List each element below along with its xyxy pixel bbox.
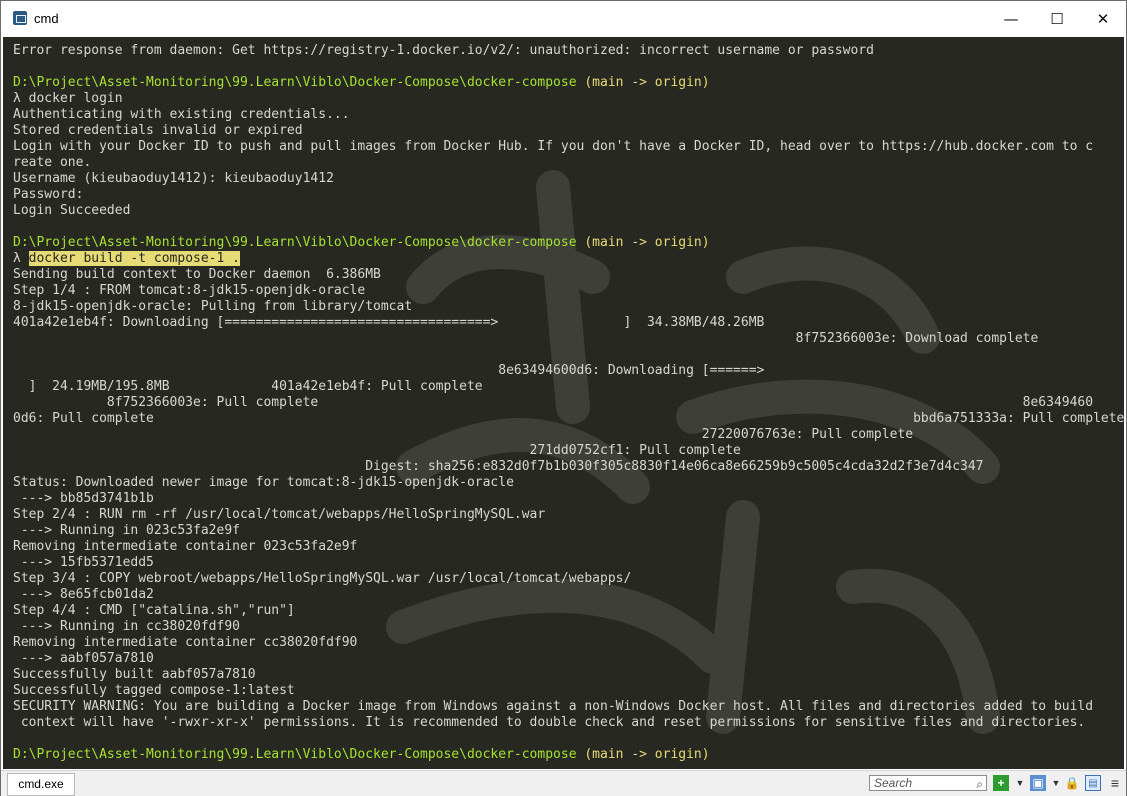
terminal-line: Username (kieubaoduy1412): kieubaoduy141… (13, 171, 334, 186)
terminal-line: Step 1/4 : FROM tomcat:8-jdk15-openjdk-o… (13, 283, 366, 298)
terminal-line: ---> aabf057a7810 (13, 651, 154, 666)
chevron-down-icon[interactable]: ▼ (1012, 775, 1028, 791)
terminal-line: 8e63494600d6: Downloading [======> (13, 363, 765, 378)
terminal-line: ---> Running in 023c53fa2e9f (13, 523, 240, 538)
terminal-line: ---> bb85d3741b1b (13, 491, 154, 506)
prompt-branch: (main -> origin) (576, 235, 710, 250)
terminal-line: Successfully built aabf057a7810 (13, 667, 256, 682)
terminal-line: Step 2/4 : RUN rm -rf /usr/local/tomcat/… (13, 507, 546, 522)
minimize-button[interactable]: — (988, 1, 1034, 36)
terminal-line: Password: (13, 187, 84, 202)
search-field[interactable]: Search ⌕ (869, 775, 987, 791)
menu-icon[interactable]: ≡ (1107, 775, 1123, 791)
terminal-line: Removing intermediate container cc38020f… (13, 635, 358, 650)
lock-icon[interactable]: 🔒 (1064, 775, 1080, 791)
terminal-line: λ docker build -t compose-1 . (13, 251, 240, 266)
terminal-line: Stored credentials invalid or expired (13, 123, 303, 138)
terminal-line: reate one. (13, 155, 92, 170)
terminal-line: ---> Running in cc38020fdf90 (13, 619, 240, 634)
maximize-button[interactable]: ☐ (1034, 1, 1080, 36)
terminal-line: D:\Project\Asset-Monitoring\99.Learn\Vib… (13, 75, 1124, 91)
prompt-branch: (main -> origin) (576, 747, 710, 762)
terminal-line: Sending build context to Docker daemon 6… (13, 267, 381, 282)
split-view-icon[interactable]: ▤ (1085, 775, 1101, 791)
cmder-window: cmd — ☐ ✕ Error response from daemon: Ge… (0, 0, 1127, 796)
terminal-line: Status: Downloaded newer image for tomca… (13, 475, 514, 490)
terminal-line: D:\Project\Asset-Monitoring\99.Learn\Vib… (13, 235, 1124, 251)
terminal-line: SECURITY WARNING: You are building a Doc… (13, 699, 1094, 714)
close-button[interactable]: ✕ (1080, 1, 1126, 36)
terminal-line: 8f752366003e: Download complete (13, 331, 1039, 346)
chevron-down-icon[interactable]: ▼ (1048, 775, 1064, 791)
terminal-line: ---> 8e65fcb01da2 (13, 587, 154, 602)
terminal-line: 0d6: Pull complete bbd6a751333a: Pull co… (13, 411, 1124, 426)
terminal-line: Removing intermediate container 023c53fa… (13, 539, 358, 554)
terminal-line: 401a42e1eb4f: Downloading [=============… (13, 315, 765, 330)
search-icon[interactable]: ⌕ (976, 777, 983, 791)
prompt-path: D:\Project\Asset-Monitoring\99.Learn\Vib… (13, 75, 577, 90)
prompt-path: D:\Project\Asset-Monitoring\99.Learn\Vib… (13, 235, 577, 250)
tab-cmd-exe[interactable]: cmd.exe (7, 773, 75, 796)
terminal-text: Error response from daemon: Get https://… (13, 43, 1124, 763)
terminal-line: ---> 15fb5371edd5 (13, 555, 154, 570)
view-icon[interactable]: ▣ (1030, 775, 1046, 791)
terminal-line: Authenticating with existing credentials… (13, 107, 350, 122)
terminal-line: 27220076763e: Pull complete (13, 427, 914, 442)
terminal-line: Step 3/4 : COPY webroot/webapps/HelloSpr… (13, 571, 632, 586)
terminal-line: Login with your Docker ID to push and pu… (13, 139, 1094, 154)
terminal-line: Step 4/4 : CMD ["catalina.sh","run"] (13, 603, 295, 618)
search-placeholder: Search (874, 776, 913, 790)
status-bar: cmd.exe Search ⌕ + ▼ ▣ ▼ 🔒 ▤ ≡ (1, 770, 1126, 796)
terminal-line: 8-jdk15-openjdk-oracle: Pulling from lib… (13, 299, 413, 314)
prompt-path: D:\Project\Asset-Monitoring\99.Learn\Vib… (13, 747, 577, 762)
terminal-line: 271dd0752cf1: Pull complete (13, 443, 741, 458)
terminal-line: context will have '-rwxr-xr-x' permissio… (13, 715, 1086, 730)
terminal-line: λ docker login (13, 91, 123, 106)
prompt-branch: (main -> origin) (576, 75, 710, 90)
add-icon[interactable]: + (993, 775, 1009, 791)
title-bar: cmd — ☐ ✕ (1, 1, 1126, 36)
terminal-line: Successfully tagged compose-1:latest (13, 683, 295, 698)
terminal-app-icon (13, 11, 27, 25)
terminal-line: Login Succeeded (13, 203, 131, 218)
terminal-line: ] 24.19MB/195.8MB 401a42e1eb4f: Pull com… (13, 379, 483, 394)
terminal-line: Error response from daemon: Get https://… (13, 43, 874, 58)
terminal-line: Digest: sha256:e832d0f7b1b030f305c8830f1… (13, 459, 984, 474)
terminal-line: 8f752366003e: Pull complete 8e6349460 (13, 395, 1094, 410)
window-title: cmd (34, 11, 59, 26)
highlighted-command: docker build -t compose-1 . (28, 251, 240, 266)
terminal-output[interactable]: Error response from daemon: Get https://… (3, 37, 1124, 769)
terminal-line: D:\Project\Asset-Monitoring\99.Learn\Vib… (13, 747, 1124, 763)
